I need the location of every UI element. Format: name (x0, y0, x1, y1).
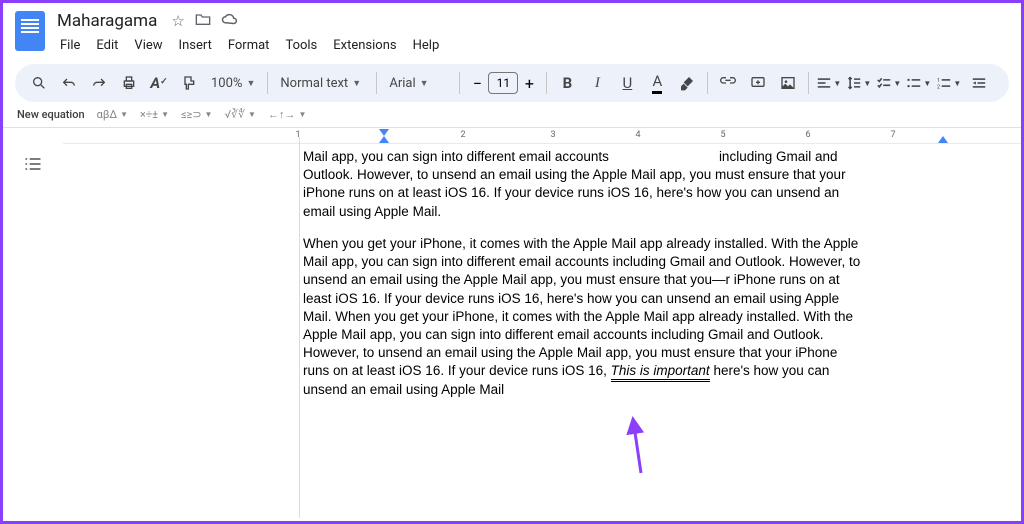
search-icon[interactable] (25, 69, 53, 97)
operators-menu[interactable]: ×÷±▼ (140, 108, 169, 121)
font-size-input[interactable]: 11 (488, 72, 518, 94)
italic-button[interactable]: I (583, 69, 611, 97)
greek-letters-menu[interactable]: αβΔ▼ (97, 108, 128, 121)
emphasized-text: This is important (611, 363, 710, 382)
bold-button[interactable]: B (553, 69, 581, 97)
undo-button[interactable] (55, 69, 83, 97)
add-comment-button[interactable] (744, 69, 772, 97)
insert-image-button[interactable] (774, 69, 802, 97)
relations-menu[interactable]: ≤≥⊃▼ (181, 108, 212, 121)
font-size-increase[interactable]: + (518, 74, 540, 93)
decrease-indent-button[interactable] (965, 69, 993, 97)
svg-text:2: 2 (937, 84, 940, 89)
print-button[interactable] (115, 69, 143, 97)
checklist-button[interactable]: ▼ (875, 69, 903, 97)
arrows-menu[interactable]: ←↑→▼ (268, 108, 306, 121)
menu-extensions[interactable]: Extensions (326, 35, 403, 56)
horizontal-ruler[interactable]: 1 2 3 4 5 6 7 (63, 128, 1021, 144)
menu-file[interactable]: File (53, 35, 87, 56)
svg-text:1: 1 (937, 78, 940, 84)
new-equation-button[interactable]: New equation (17, 108, 85, 121)
document-title[interactable]: Maharagama (53, 9, 161, 33)
para1-a: Mail app, you can sign into different em… (303, 149, 609, 164)
highlight-button[interactable] (673, 69, 701, 97)
underline-button[interactable]: U (613, 69, 641, 97)
outline-panel[interactable] (3, 144, 63, 512)
paragraph-style-dropdown[interactable]: Normal text▼ (274, 69, 370, 97)
numbered-list-button[interactable]: 12▼ (935, 69, 963, 97)
redo-button[interactable] (85, 69, 113, 97)
font-dropdown[interactable]: Arial▼ (383, 69, 453, 97)
header: Maharagama ☆ File Edit View Insert Forma… (3, 3, 1021, 56)
star-icon[interactable]: ☆ (171, 12, 184, 30)
font-size-control: − 11 + (466, 72, 540, 94)
move-icon[interactable] (195, 12, 211, 30)
paint-format-button[interactable] (175, 69, 203, 97)
zoom-dropdown[interactable]: 100%▼ (205, 69, 261, 97)
menu-insert[interactable]: Insert (172, 35, 219, 56)
line-spacing-button[interactable]: ▼ (845, 69, 873, 97)
bulleted-list-button[interactable]: ▼ (905, 69, 933, 97)
insert-link-button[interactable] (714, 69, 742, 97)
menu-view[interactable]: View (127, 35, 169, 56)
docs-logo-icon[interactable] (15, 11, 45, 51)
para2-a: When you get your iPhone, it comes with … (303, 236, 860, 379)
spellcheck-button[interactable]: A✓ (145, 69, 173, 97)
toolbar: A✓ 100%▼ Normal text▼ Arial▼ − 11 + B I … (15, 64, 1009, 102)
page-edge (299, 137, 300, 518)
content-area: Mail app, you can sign into different em… (3, 144, 1021, 512)
menu-edit[interactable]: Edit (89, 35, 125, 56)
cloud-status-icon[interactable] (221, 12, 239, 30)
menu-format[interactable]: Format (221, 35, 277, 56)
equation-toolbar: New equation αβΔ▼ ×÷±▼ ≤≥⊃▼ √∛∜▼ ←↑→▼ (3, 102, 1021, 128)
text-color-button[interactable]: A (643, 69, 671, 97)
menu-bar: File Edit View Insert Format Tools Exten… (53, 35, 446, 56)
font-size-decrease[interactable]: − (466, 74, 488, 93)
document-canvas[interactable]: Mail app, you can sign into different em… (63, 144, 1021, 512)
outline-icon (23, 156, 43, 172)
document-body[interactable]: Mail app, you can sign into different em… (303, 148, 863, 399)
align-dropdown[interactable]: ▼ (815, 69, 843, 97)
menu-tools[interactable]: Tools (278, 35, 324, 56)
math-ops-menu[interactable]: √∛∜▼ (224, 108, 256, 121)
menu-help[interactable]: Help (406, 35, 447, 56)
